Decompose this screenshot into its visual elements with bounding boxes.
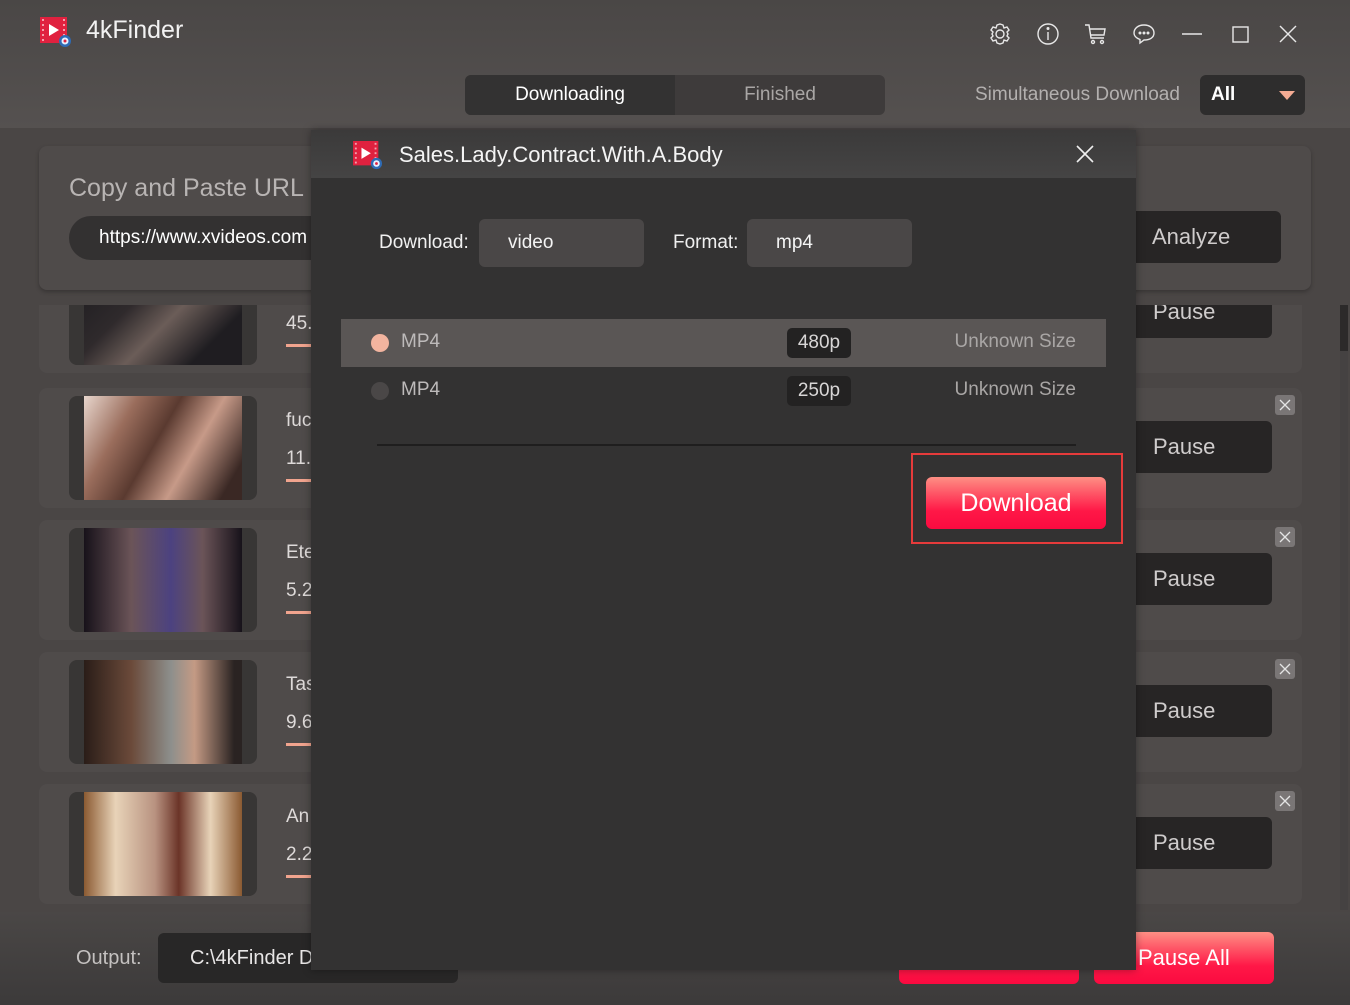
close-icon	[1279, 531, 1291, 543]
dialog-title: Sales.Lady.Contract.With.A.Body	[399, 142, 723, 167]
video-thumbnail	[69, 528, 257, 632]
analyze-button[interactable]: Analyze	[1129, 211, 1281, 263]
download-type-select[interactable]: video	[479, 219, 644, 267]
download-type-label: Download:	[379, 232, 469, 253]
download-button[interactable]: Download	[926, 477, 1106, 529]
tab-finished[interactable]: Finished	[675, 75, 885, 115]
divider	[377, 444, 1076, 446]
option-resolution-badge: 480p	[787, 328, 851, 358]
output-label: Output:	[76, 947, 142, 969]
item-size: 45.	[286, 313, 313, 334]
option-size: Unknown Size	[954, 331, 1076, 352]
app-logo-icon	[40, 17, 71, 47]
item-title: fuc	[286, 410, 312, 431]
simultaneous-download-value: All	[1211, 84, 1236, 105]
video-thumbnail	[69, 792, 257, 896]
minimize-icon[interactable]	[1168, 20, 1216, 48]
scrollbar-thumb[interactable]	[1340, 305, 1348, 351]
simultaneous-download-select[interactable]: All	[1200, 75, 1305, 115]
pause-button[interactable]: Pause	[1119, 305, 1272, 338]
option-resolution-badge: 250p	[787, 376, 851, 406]
option-format: MP4	[401, 379, 441, 400]
cart-icon[interactable]	[1072, 20, 1120, 48]
option-size: Unknown Size	[954, 379, 1076, 400]
close-icon	[1076, 145, 1094, 163]
title-bar: 4kFinder Downloading Finished Simultaneo…	[0, 0, 1350, 128]
video-thumbnail	[69, 305, 257, 365]
quality-option-250p[interactable]: MP4 250p Unknown Size	[341, 367, 1106, 415]
item-title: An	[286, 806, 310, 827]
format-select[interactable]: mp4	[747, 219, 912, 267]
dialog-close-button[interactable]	[1073, 142, 1097, 166]
quality-option-480p[interactable]: MP4 480p Unknown Size	[341, 319, 1106, 367]
tab-downloading[interactable]: Downloading	[465, 75, 675, 115]
feedback-icon[interactable]	[1120, 20, 1168, 48]
simultaneous-download-label: Simultaneous Download	[975, 84, 1180, 105]
app-title: 4kFinder	[86, 16, 184, 44]
chevron-down-icon	[1279, 91, 1295, 100]
app-logo-icon	[353, 141, 383, 170]
close-icon	[1279, 663, 1291, 675]
format-label: Format:	[673, 232, 739, 253]
dialog-header: Sales.Lady.Contract.With.A.Body	[311, 130, 1136, 178]
close-icon[interactable]	[1264, 20, 1312, 48]
video-thumbnail	[69, 660, 257, 764]
status-tabs: Downloading Finished	[465, 75, 885, 115]
pause-button[interactable]: Pause	[1119, 817, 1272, 869]
remove-item-button[interactable]	[1275, 791, 1295, 811]
radio-selected[interactable]	[371, 334, 389, 352]
info-icon[interactable]	[1024, 20, 1072, 48]
close-icon	[1279, 795, 1291, 807]
list-scrollbar[interactable]	[1340, 305, 1348, 910]
item-size: 2.2	[286, 844, 313, 865]
video-thumbnail	[69, 396, 257, 500]
remove-item-button[interactable]	[1275, 659, 1295, 679]
format-dialog: Sales.Lady.Contract.With.A.Body Download…	[311, 130, 1136, 970]
item-size: 11.	[286, 448, 312, 469]
close-icon	[1279, 399, 1291, 411]
remove-item-button[interactable]	[1275, 527, 1295, 547]
item-size: 9.6	[286, 712, 313, 733]
option-format: MP4	[401, 331, 441, 352]
item-size: 5.2	[286, 580, 313, 601]
pause-button[interactable]: Pause	[1119, 421, 1272, 473]
remove-item-button[interactable]	[1275, 395, 1295, 415]
maximize-icon[interactable]	[1216, 20, 1264, 48]
pause-button[interactable]: Pause	[1119, 685, 1272, 737]
radio-unselected[interactable]	[371, 382, 389, 400]
settings-icon[interactable]	[976, 20, 1024, 48]
pause-button[interactable]: Pause	[1119, 553, 1272, 605]
